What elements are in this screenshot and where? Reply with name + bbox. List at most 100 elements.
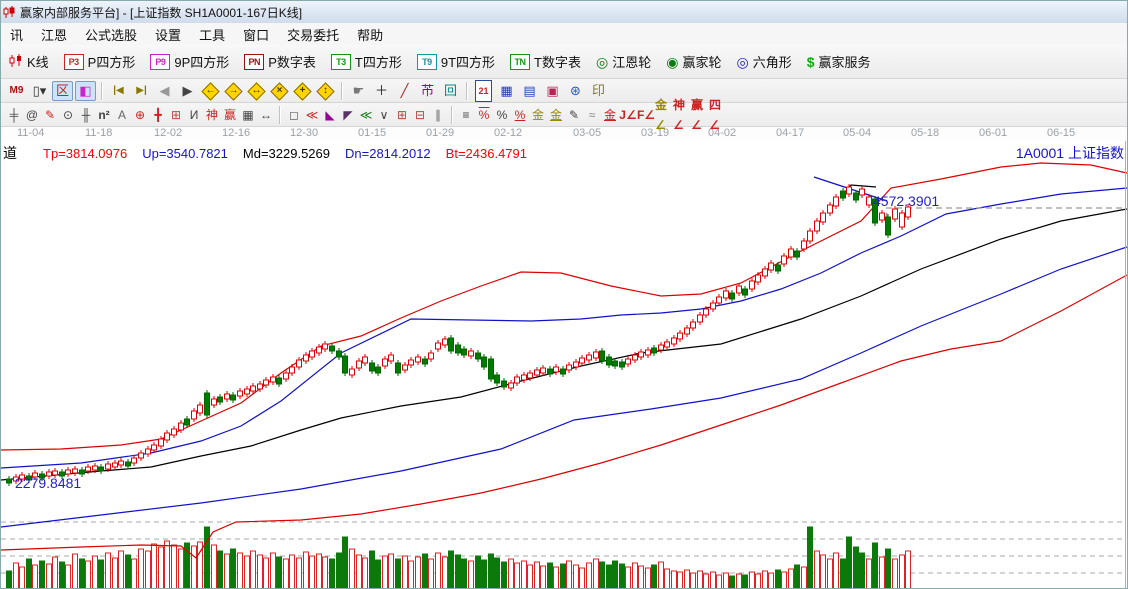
percent-icon[interactable]: % <box>493 105 511 125</box>
kline-button[interactable]: K线 <box>9 52 49 71</box>
candle-body <box>893 209 898 219</box>
kline-chart[interactable]: ⊥4572.39012279.8481 <box>1 141 1128 589</box>
prev-bar-icon[interactable]: ◀ <box>154 81 175 101</box>
box-select-icon[interactable]: ◻ <box>285 105 303 125</box>
p-table-button[interactable]: PNP数字表 <box>244 52 316 71</box>
gold-circle-icon[interactable]: 金 <box>529 105 547 125</box>
candle-body <box>626 359 631 364</box>
calculator-icon[interactable]: ▦ <box>496 81 517 101</box>
f-angle-icon[interactable]: F∠ <box>637 105 655 125</box>
menu-item-7[interactable]: 帮助 <box>348 23 392 45</box>
dark-fan-icon[interactable]: ◤ <box>339 105 357 125</box>
print-icon[interactable]: 印 <box>588 81 609 101</box>
percent-line-icon[interactable]: % <box>511 105 529 125</box>
menu-item-2[interactable]: 公式选股 <box>76 23 146 45</box>
gold-red-icon[interactable]: 金 <box>601 105 619 125</box>
compress-all-icon[interactable]: ↕ <box>315 81 336 101</box>
gold-line-icon[interactable]: 金 <box>547 105 565 125</box>
n2-icon[interactable]: n² <box>95 105 113 125</box>
volume-bar <box>620 564 625 589</box>
gann-tool-icon[interactable]: 芇 <box>417 81 438 101</box>
percent-top-icon[interactable]: % <box>475 105 493 125</box>
pattern-9-icon[interactable]: M9 <box>6 81 27 101</box>
pan-hand-icon[interactable]: ☛ <box>348 81 369 101</box>
gann-angle-icon[interactable]: ╪ <box>5 105 23 125</box>
grid-123-icon[interactable]: ▦ <box>239 105 257 125</box>
j-angle-icon[interactable]: J∠ <box>619 105 637 125</box>
notes-icon[interactable]: ▤ <box>519 81 540 101</box>
date-tick-12-30: 12-30 <box>290 127 318 139</box>
pattern-tool-icon[interactable]: 区 <box>52 81 73 101</box>
compress-h-icon[interactable]: × <box>269 81 290 101</box>
next-bar-icon[interactable]: ▶ <box>177 81 198 101</box>
main-toolbar: K线 P3P四方形 P99P四方形 PNP数字表 T3T四方形 T99T四方形 TNT数字表… <box>1 45 1128 79</box>
winner-wheel-button[interactable]: ◉赢家轮 <box>666 52 721 71</box>
gold-angle-icon[interactable]: 金∠ <box>655 105 673 125</box>
save-icon[interactable]: ▣ <box>542 81 563 101</box>
volume-bar <box>80 559 85 589</box>
v-wave-icon[interactable]: ∨ <box>375 105 393 125</box>
t-table-button[interactable]: TNT数字表 <box>510 52 581 71</box>
ying-angle-icon[interactable]: 赢∠ <box>691 105 709 125</box>
wave-icon[interactable]: ≈ <box>583 105 601 125</box>
calendar-icon[interactable]: 21 <box>473 81 494 101</box>
menu-item-5[interactable]: 窗口 <box>234 23 278 45</box>
menu-item-1[interactable]: 江恩 <box>32 23 76 45</box>
last-bar-icon[interactable]: ▶| <box>131 81 152 101</box>
winner-service-button[interactable]: $赢家服务 <box>807 52 871 71</box>
candle-body <box>258 384 263 389</box>
comb-icon[interactable]: ╫ <box>77 105 95 125</box>
kpattern-icon[interactable]: И <box>185 105 203 125</box>
trendline-tool-icon[interactable]: ╱ <box>394 81 415 101</box>
9t-square-button[interactable]: T99T四方形 <box>417 52 495 71</box>
shen-grid-icon[interactable]: 神 <box>203 105 221 125</box>
parallel-lines-icon[interactable]: ∥ <box>429 105 447 125</box>
volume-bar <box>808 527 813 589</box>
volume-bar <box>860 553 865 589</box>
vol-profile-icon[interactable]: ≡ <box>457 105 475 125</box>
pencil-bars-icon[interactable]: ✎ <box>565 105 583 125</box>
gann-wheel-button[interactable]: ◎江恩轮 <box>596 52 651 71</box>
pencil-icon[interactable]: ✎ <box>41 105 59 125</box>
square-target-icon[interactable]: ⊞ <box>167 105 185 125</box>
target-icon[interactable]: ╋ <box>149 105 167 125</box>
shift-left-icon[interactable]: ← <box>200 81 221 101</box>
grid-dots2-icon[interactable]: ⊟ <box>411 105 429 125</box>
brain-tool-icon[interactable]: 回 <box>440 81 461 101</box>
menu-item-6[interactable]: 交易委托 <box>278 23 348 45</box>
volume-bar <box>357 555 362 589</box>
ying-grid-icon[interactable]: 赢 <box>221 105 239 125</box>
measure-icon[interactable]: ↔ <box>257 105 275 125</box>
expand-all-icon[interactable]: + <box>292 81 313 101</box>
grid-dots-icon[interactable]: ⊞ <box>393 105 411 125</box>
shift-right-icon[interactable]: → <box>223 81 244 101</box>
candle-type-dropdown[interactable]: ▯▾ <box>29 81 50 101</box>
t-square-button[interactable]: T3T四方形 <box>331 52 402 71</box>
gann-wheel-icon[interactable]: ⊙ <box>59 105 77 125</box>
first-bar-icon[interactable]: |◀ <box>108 81 129 101</box>
volume-bar <box>476 556 481 589</box>
spiral-icon[interactable]: @ <box>23 105 41 125</box>
export-icon[interactable]: ⊛ <box>565 81 586 101</box>
candle-body <box>607 357 612 365</box>
crosshair-icon[interactable]: ＋ <box>371 81 392 101</box>
histogram-tool-icon[interactable]: ◧ <box>75 81 96 101</box>
chart-area[interactable]: ⊥4572.39012279.8481 道Tp=3814.0976Up=3540… <box>1 141 1128 589</box>
p-square-button[interactable]: P3P四方形 <box>64 52 136 71</box>
menu-item-3[interactable]: 设置 <box>146 23 190 45</box>
angle-a-icon[interactable]: A <box>113 105 131 125</box>
purple-fan-icon[interactable]: ◣ <box>321 105 339 125</box>
candle-body <box>126 462 131 466</box>
hexagon-button[interactable]: ◎六角形 <box>736 52 791 71</box>
menu-item-0[interactable]: 讯 <box>1 23 32 45</box>
expand-h-icon[interactable]: ↔ <box>246 81 267 101</box>
si-angle-icon[interactable]: 四∠ <box>709 105 727 125</box>
shen-angle-icon[interactable]: 神∠ <box>673 105 691 125</box>
green-rays-icon[interactable]: ≪ <box>357 105 375 125</box>
menu-item-4[interactable]: 工具 <box>190 23 234 45</box>
volume-bar <box>756 574 761 589</box>
9p-square-button[interactable]: P99P四方形 <box>150 52 229 71</box>
red-fan-icon[interactable]: ≪ <box>303 105 321 125</box>
volume-bar <box>363 558 368 589</box>
circle-cross-icon[interactable]: ⊕ <box>131 105 149 125</box>
